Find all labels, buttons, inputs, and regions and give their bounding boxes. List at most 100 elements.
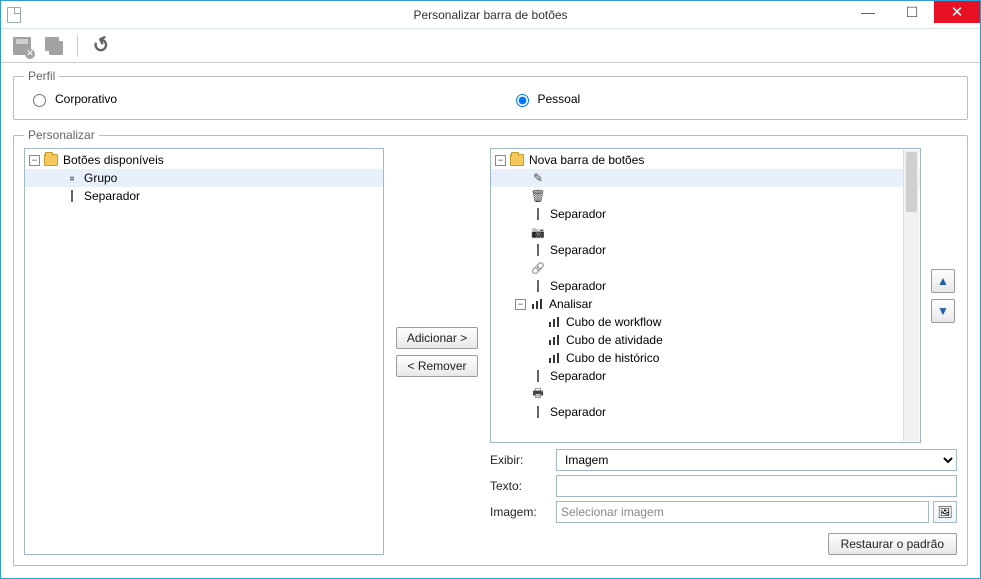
tree-item[interactable]: 🗑 xyxy=(491,187,920,205)
picture-icon: 🖼 xyxy=(937,505,952,519)
tree-item[interactable]: Cubo de atividade xyxy=(491,331,920,349)
document-icon xyxy=(7,7,21,23)
save-discard-button[interactable] xyxy=(9,33,35,59)
bars-icon xyxy=(547,333,561,347)
tree-item[interactable]: »Grupo xyxy=(25,169,383,187)
profile-fieldset: Perfil Corporativo Pessoal xyxy=(13,69,968,120)
profile-row: Corporativo Pessoal xyxy=(24,89,957,109)
save-all-icon xyxy=(45,37,63,55)
tree-item[interactable]: Separador xyxy=(491,241,920,259)
exibir-select[interactable]: Imagem xyxy=(556,449,957,471)
restore-row: Restaurar o padrão xyxy=(490,529,957,555)
bars-icon xyxy=(547,351,561,365)
profile-personal-radio[interactable] xyxy=(516,94,529,107)
customize-section: Personalizar − Botões disponíveis »Grupo Se… xyxy=(13,128,968,566)
tree-item-label: Separador xyxy=(550,207,606,221)
tree-item-label: Separador xyxy=(84,189,140,203)
bars-icon xyxy=(530,297,544,311)
profile-personal-option[interactable]: Pessoal xyxy=(511,91,954,107)
imagem-label: Imagem: xyxy=(490,505,550,519)
browse-image-button[interactable]: 🖼 xyxy=(933,501,957,523)
tree-item[interactable]: 🖶 xyxy=(491,385,920,403)
tree-item-label: Separador xyxy=(550,279,606,293)
tree-root-label: Botões disponíveis xyxy=(63,153,164,167)
tree-item-label: Separador xyxy=(550,369,606,383)
add-button[interactable]: Adicionar > xyxy=(396,327,478,349)
texto-label: Texto: xyxy=(490,479,550,493)
titlebar[interactable]: Personalizar barra de botões — ☐ ✕ xyxy=(1,1,980,29)
right-column: − Nova barra de botões ✎ 🗑 Separador 📷 Separad… xyxy=(490,148,957,555)
camera-icon: 📷 xyxy=(531,225,545,239)
separator-icon xyxy=(531,405,545,419)
collapse-icon[interactable]: − xyxy=(515,299,526,310)
tree-item[interactable]: 🔗 xyxy=(491,259,920,277)
tree-root-label: Nova barra de botões xyxy=(529,153,644,167)
link-icon: 🔗 xyxy=(531,261,545,275)
separator-icon xyxy=(531,279,545,293)
save-all-button[interactable] xyxy=(41,33,67,59)
collapse-icon[interactable]: − xyxy=(29,155,40,166)
folder-icon xyxy=(44,154,58,166)
remove-button[interactable]: < Remover xyxy=(396,355,477,377)
profile-corporate-label: Corporativo xyxy=(55,92,117,106)
tree-item[interactable]: Cubo de histórico xyxy=(491,349,920,367)
pencil-icon: ✎ xyxy=(531,171,545,185)
collapse-icon[interactable]: − xyxy=(495,155,506,166)
imagem-input[interactable] xyxy=(556,501,929,523)
restore-default-button[interactable]: Restaurar o padrão xyxy=(828,533,957,555)
move-buttons-column: Adicionar > < Remover xyxy=(392,148,482,555)
available-buttons-tree[interactable]: − Botões disponíveis »Grupo Separador xyxy=(24,148,384,555)
reorder-column: ▲ ▼ xyxy=(929,148,957,443)
minimize-button[interactable]: — xyxy=(846,1,890,23)
save-discard-icon xyxy=(13,37,31,55)
profile-corporate-radio[interactable] xyxy=(33,94,46,107)
folder-icon xyxy=(510,154,524,166)
separator-icon xyxy=(531,369,545,383)
tree-item-label: Separador xyxy=(550,405,606,419)
tree-root[interactable]: − Nova barra de botões xyxy=(491,151,920,169)
move-up-button[interactable]: ▲ xyxy=(931,269,955,293)
tree-item[interactable]: Separador xyxy=(491,367,920,385)
tree-item[interactable]: Separador xyxy=(25,187,383,205)
texto-input[interactable] xyxy=(556,475,957,497)
maximize-button[interactable]: ☐ xyxy=(890,1,934,23)
tree-item-label: Cubo de workflow xyxy=(566,315,661,329)
trash-icon: 🗑 xyxy=(531,189,545,203)
window-buttons: — ☐ ✕ xyxy=(846,1,980,28)
item-properties-form: Exibir: Imagem Texto: Imagem: xyxy=(490,449,957,523)
tree-item-label: Analisar xyxy=(549,297,592,311)
right-top-row: − Nova barra de botões ✎ 🗑 Separador 📷 Separad… xyxy=(490,148,957,443)
toolbar-separator xyxy=(77,35,78,57)
profile-personal-label: Pessoal xyxy=(538,92,581,106)
tree-item[interactable]: Separador xyxy=(491,205,920,223)
separator-icon xyxy=(65,189,79,203)
customize-body: − Botões disponíveis »Grupo Separador Adici… xyxy=(24,148,957,555)
refresh-icon: ↻ xyxy=(88,31,114,61)
tree-item-label: Cubo de atividade xyxy=(566,333,663,347)
tree-item[interactable]: − Analisar xyxy=(491,295,920,313)
profile-legend: Perfil xyxy=(24,69,59,83)
tree-item[interactable]: Cubo de workflow xyxy=(491,313,920,331)
bars-icon xyxy=(547,315,561,329)
tree-root[interactable]: − Botões disponíveis xyxy=(25,151,383,169)
separator-icon xyxy=(531,207,545,221)
window-title: Personalizar barra de botões xyxy=(1,8,980,22)
print-icon: 🖶 xyxy=(531,387,545,401)
new-toolbar-tree[interactable]: − Nova barra de botões ✎ 🗑 Separador 📷 Separad… xyxy=(490,148,921,443)
move-down-button[interactable]: ▼ xyxy=(931,299,955,323)
scrollbar-thumb[interactable] xyxy=(906,152,917,212)
content-area: Perfil Corporativo Pessoal Per xyxy=(1,63,980,578)
app-window: Personalizar barra de botões — ☐ ✕ ↻ Per… xyxy=(0,0,981,579)
scrollbar[interactable] xyxy=(903,150,919,441)
tree-item-label: Separador xyxy=(550,243,606,257)
customize-fieldset: Personalizar − Botões disponíveis »Grupo Se… xyxy=(13,128,968,566)
tree-item[interactable]: ✎ xyxy=(491,169,920,187)
close-button[interactable]: ✕ xyxy=(934,1,980,23)
customize-legend: Personalizar xyxy=(24,128,99,142)
refresh-button[interactable]: ↻ xyxy=(88,33,114,59)
profile-corporate-option[interactable]: Corporativo xyxy=(28,91,471,107)
tree-item[interactable]: 📷 xyxy=(491,223,920,241)
tree-item-label: Cubo de histórico xyxy=(566,351,659,365)
tree-item[interactable]: Separador xyxy=(491,277,920,295)
tree-item[interactable]: Separador xyxy=(491,403,920,421)
